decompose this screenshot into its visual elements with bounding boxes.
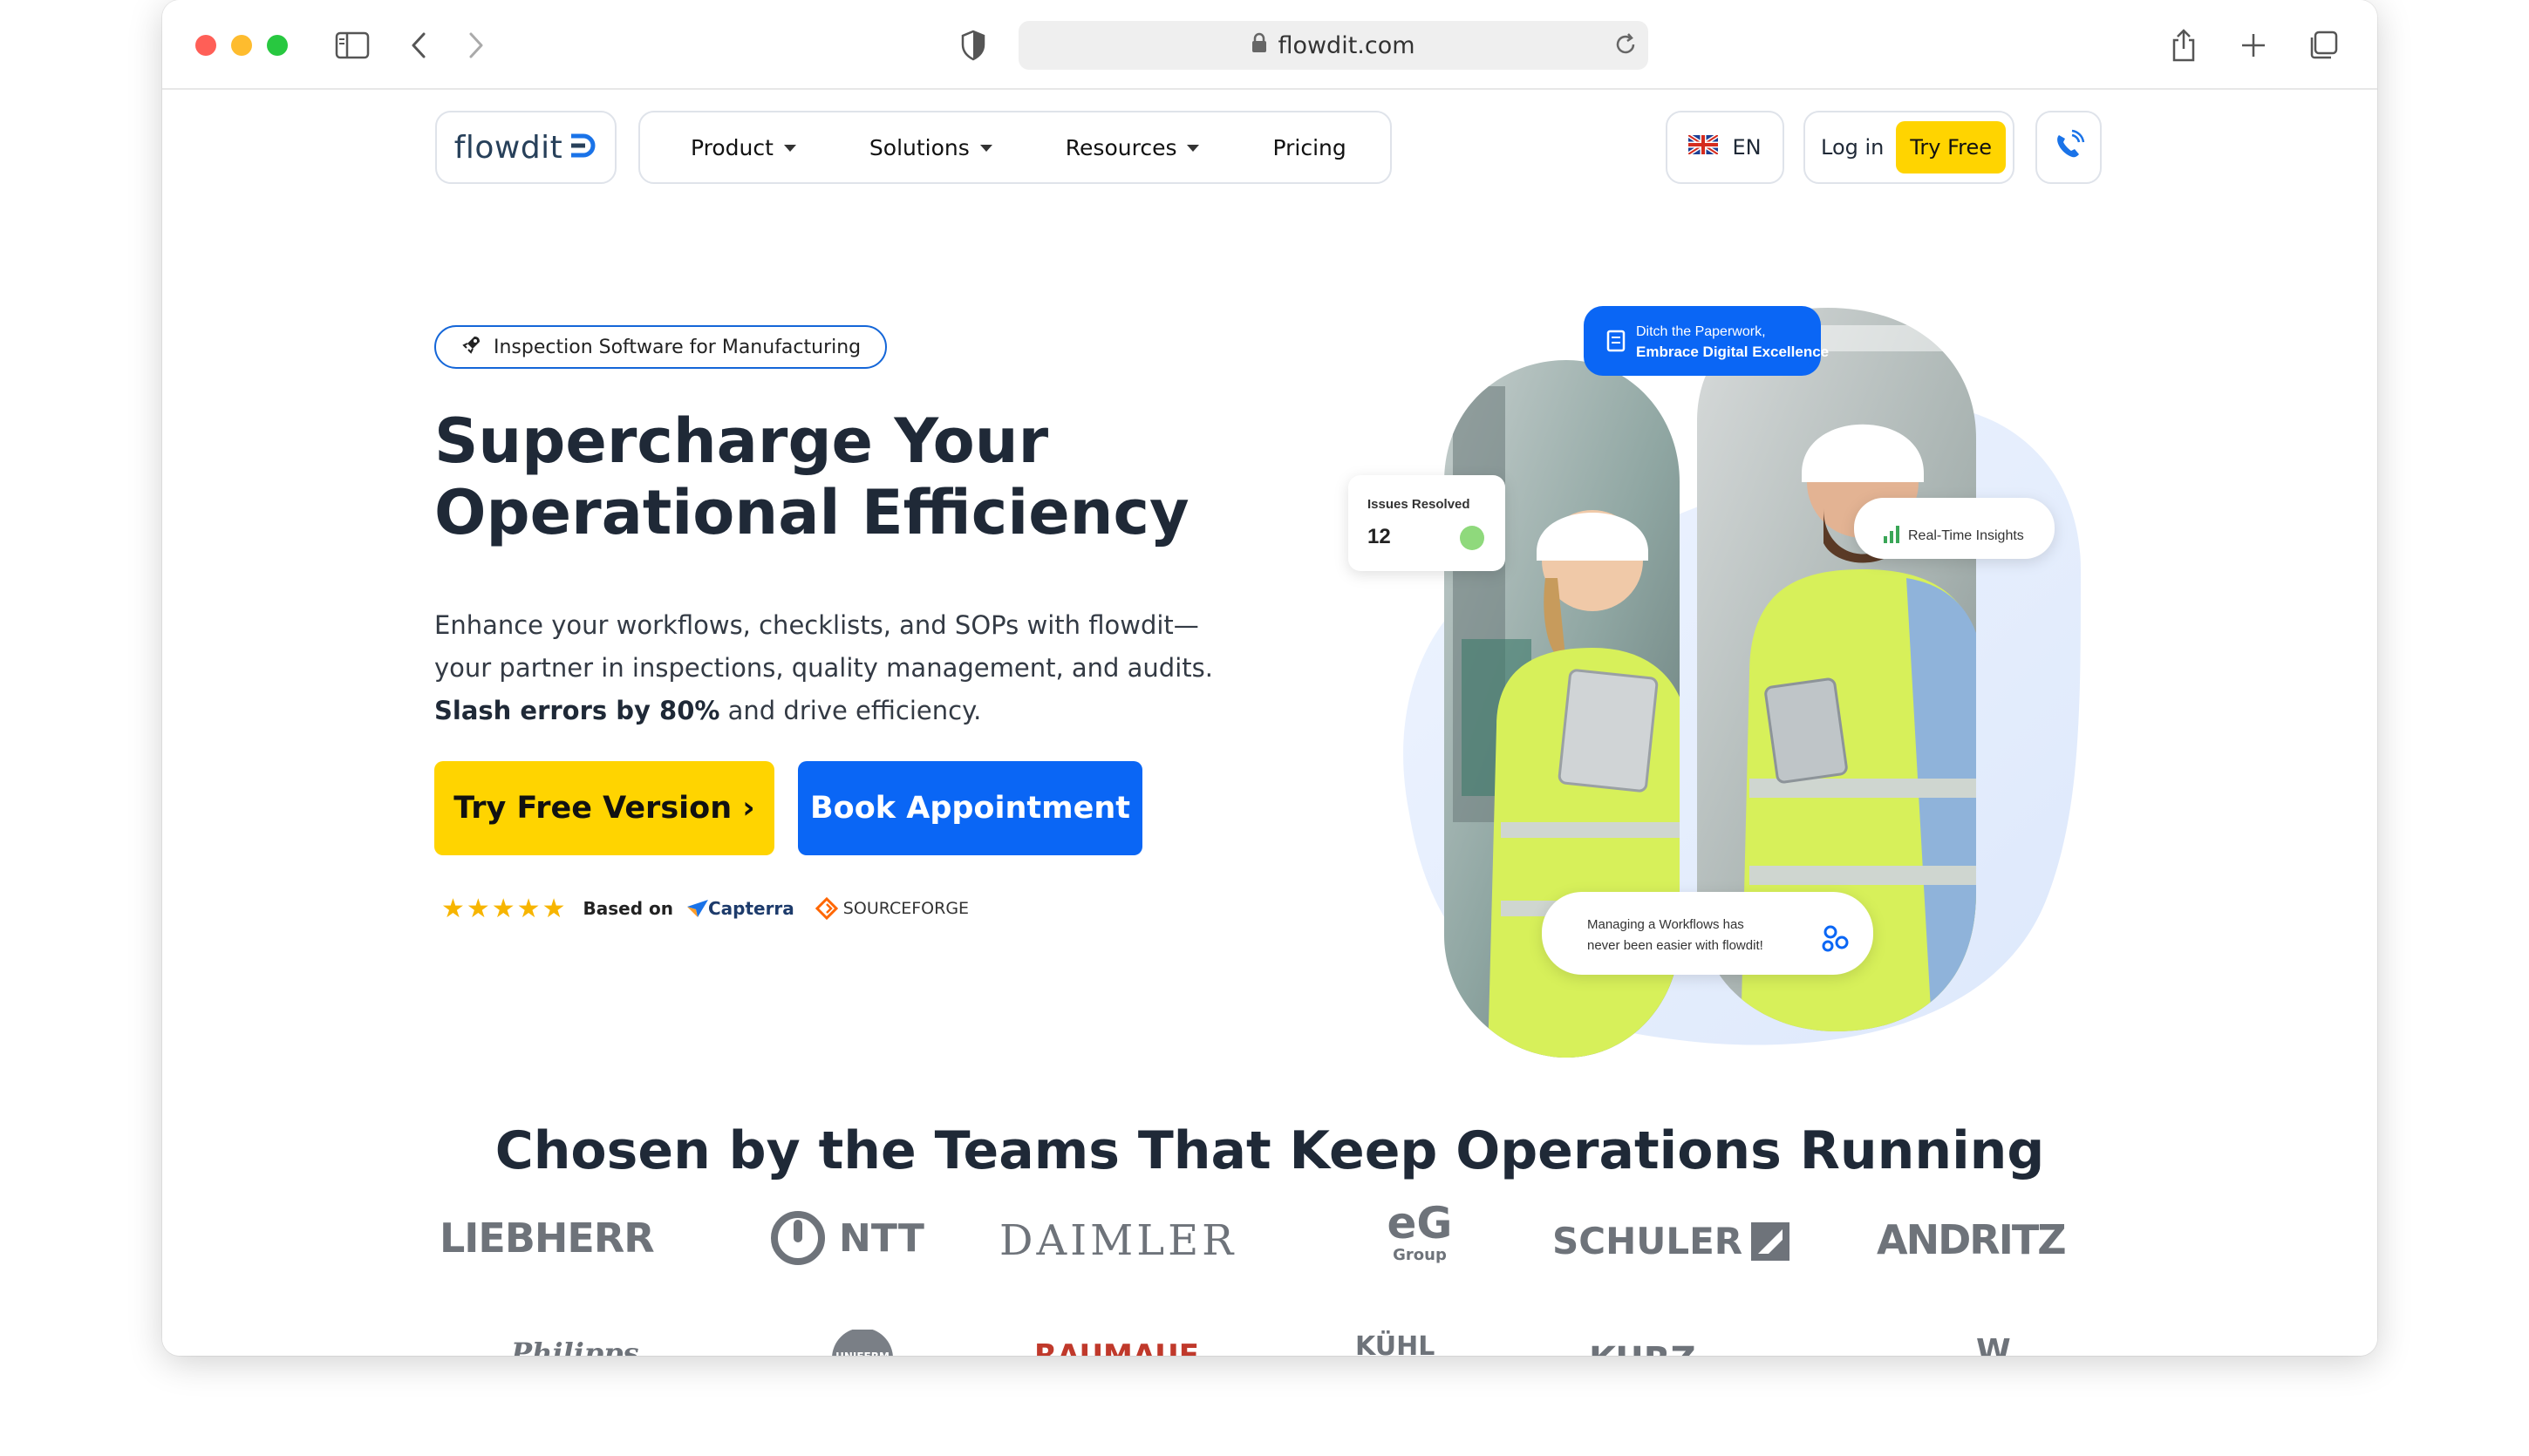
rocket-icon bbox=[462, 335, 481, 359]
minimize-window-button[interactable] bbox=[231, 35, 252, 56]
client-logo-kurz: KURZ bbox=[1589, 1340, 1696, 1356]
client-logo-eg-group: eG Group bbox=[1376, 1201, 1463, 1264]
lock-icon bbox=[1251, 32, 1267, 59]
workflows-line-1: Managing a Workflows has bbox=[1587, 917, 1744, 932]
chevron-down-icon bbox=[979, 145, 992, 152]
logo-link[interactable]: flowdit bbox=[435, 111, 617, 184]
login-link[interactable]: Log in bbox=[1821, 135, 1884, 160]
ratings-row: ★★★★★ Based on Capterra SOURCEFORGE bbox=[441, 892, 969, 925]
hero-description-bold: Slash errors by 80% bbox=[434, 696, 720, 725]
sidebar-toggle-icon[interactable] bbox=[331, 24, 373, 66]
hero-description: Enhance your workflows, checklists, and … bbox=[434, 604, 1219, 732]
book-appointment-button[interactable]: Book Appointment bbox=[798, 761, 1142, 855]
issues-resolved-card: Issues Resolved 12 bbox=[1348, 475, 1505, 571]
menu-solutions-label: Solutions bbox=[869, 134, 970, 160]
contact-phone-button[interactable] bbox=[2035, 111, 2102, 184]
bubble-digital-excellence: Ditch the Paperwork, Embrace Digital Exc… bbox=[1584, 306, 1829, 376]
tab-overview-icon[interactable] bbox=[2302, 24, 2344, 66]
capterra-link[interactable]: Capterra bbox=[686, 898, 794, 919]
menu-resources[interactable]: Resources bbox=[1066, 135, 1200, 160]
uk-flag-icon bbox=[1687, 133, 1720, 160]
flowdit-logo-icon bbox=[568, 133, 597, 162]
client-logo-liebherr: LIEBHERR bbox=[440, 1214, 655, 1262]
bubble-top-line-1: Ditch the Paperwork, bbox=[1636, 324, 1766, 339]
privacy-shield-icon[interactable] bbox=[952, 24, 994, 66]
sourceforge-label: SOURCEFORGE bbox=[842, 899, 970, 918]
headline-line-2: Operational Efficiency bbox=[434, 477, 1190, 548]
rating-based-on: Based on bbox=[583, 898, 673, 919]
hero-illustration: Ditch the Paperwork, Embrace Digital Exc… bbox=[1348, 306, 2081, 1058]
try-free-version-button[interactable]: Try Free Version › bbox=[434, 761, 774, 855]
schuler-logo-icon bbox=[1751, 1221, 1790, 1261]
menu-pricing-label: Pricing bbox=[1272, 134, 1346, 160]
client-logo-ntt: NTT bbox=[769, 1209, 924, 1267]
client-logo-ntt-label: NTT bbox=[839, 1215, 924, 1261]
menu-product[interactable]: Product bbox=[691, 135, 796, 160]
menu-solutions[interactable]: Solutions bbox=[869, 135, 992, 160]
back-icon[interactable] bbox=[398, 24, 440, 66]
menu-product-label: Product bbox=[691, 134, 774, 160]
hero-badge: Inspection Software for Manufacturing bbox=[434, 325, 888, 369]
share-icon[interactable] bbox=[2163, 24, 2205, 66]
close-window-button[interactable] bbox=[195, 35, 216, 56]
browser-toolbar: flowdit.com bbox=[162, 0, 2377, 90]
clients-heading: Chosen by the Teams That Keep Operations… bbox=[494, 1120, 2045, 1181]
language-selector[interactable]: EN bbox=[1666, 111, 1784, 184]
hero-description-part2: and drive efficiency. bbox=[719, 696, 982, 725]
auth-group: Log in Try Free bbox=[1803, 111, 2014, 184]
address-bar[interactable]: flowdit.com bbox=[1019, 21, 1648, 70]
client-logos-row-1: LIEBHERR NTT DAIMLER eG Group SCHULER AN… bbox=[162, 1201, 2377, 1279]
web-page: flowdit Product Solutions Resources Pric… bbox=[162, 92, 2377, 1356]
hero-description-part1: Enhance your workflows, checklists, and … bbox=[434, 610, 1213, 683]
logo-text: flowdit bbox=[453, 129, 563, 166]
menu-pricing[interactable]: Pricing bbox=[1272, 135, 1346, 160]
forward-icon[interactable] bbox=[455, 24, 497, 66]
real-time-insights-card: Real-Time Insights bbox=[1854, 498, 2055, 559]
sourceforge-link[interactable]: SOURCEFORGE bbox=[815, 897, 969, 920]
client-logo-raumauf: RAUMAUF bbox=[1034, 1338, 1199, 1356]
client-logos-row-2: Philipps UNIFERM RAUMAUF KÜHL KURZ W bbox=[162, 1330, 2377, 1356]
capterra-icon bbox=[686, 900, 708, 917]
issues-resolved-label: Issues Resolved bbox=[1367, 497, 1470, 512]
client-logo-daimler: DAIMLER bbox=[999, 1216, 1237, 1265]
headline-line-1: Supercharge Your bbox=[434, 405, 1049, 477]
hero-headline: Supercharge Your Operational Efficiency bbox=[434, 405, 1306, 548]
hero-badge-label: Inspection Software for Manufacturing bbox=[494, 336, 862, 358]
main-menu: Product Solutions Resources Pricing bbox=[638, 111, 1392, 184]
rating-stars: ★★★★★ bbox=[441, 893, 568, 924]
capterra-label: Capterra bbox=[707, 898, 794, 919]
client-logo-kuhl: KÜHL bbox=[1355, 1331, 1435, 1356]
chevron-down-icon bbox=[783, 145, 796, 152]
real-time-insights-label: Real-Time Insights bbox=[1908, 528, 2024, 543]
client-logo-eg-label: eG bbox=[1387, 1198, 1453, 1248]
ntt-logo-icon bbox=[771, 1211, 825, 1265]
client-logo-schuler-label: SCHULER bbox=[1552, 1220, 1743, 1262]
try-free-nav-button[interactable]: Try Free bbox=[1896, 121, 2006, 173]
browser-window: flowdit.com flowdit Product Solutions Re… bbox=[162, 0, 2377, 1356]
bubble-top-line-2: Embrace Digital Excellence bbox=[1636, 344, 1829, 360]
client-logo-andritz: ANDRITZ bbox=[1877, 1216, 2067, 1263]
phone-icon bbox=[2051, 128, 2086, 167]
sourceforge-icon bbox=[815, 897, 838, 920]
workflows-line-2: never been easier with flowdit! bbox=[1587, 938, 1763, 953]
zoom-window-button[interactable] bbox=[267, 35, 288, 56]
chevron-down-icon bbox=[1187, 145, 1200, 152]
issues-resolved-value: 12 bbox=[1367, 525, 1391, 548]
client-logo-wmf: W bbox=[1976, 1333, 2011, 1356]
reload-icon[interactable] bbox=[1613, 30, 1639, 65]
client-logo-group-label: Group bbox=[1393, 1246, 1447, 1264]
new-tab-icon[interactable] bbox=[2232, 24, 2274, 66]
client-logo-philipps: Philipps bbox=[511, 1337, 639, 1356]
client-logo-schuler: SCHULER bbox=[1552, 1220, 1790, 1262]
workflows-card: Managing a Workflows has never been easi… bbox=[1542, 892, 1873, 975]
language-label: EN bbox=[1732, 135, 1762, 160]
menu-resources-label: Resources bbox=[1065, 134, 1177, 160]
url-text: flowdit.com bbox=[1278, 31, 1415, 59]
client-logo-uniferm: UNIFERM bbox=[832, 1330, 893, 1356]
check-circle-icon bbox=[1460, 526, 1484, 550]
